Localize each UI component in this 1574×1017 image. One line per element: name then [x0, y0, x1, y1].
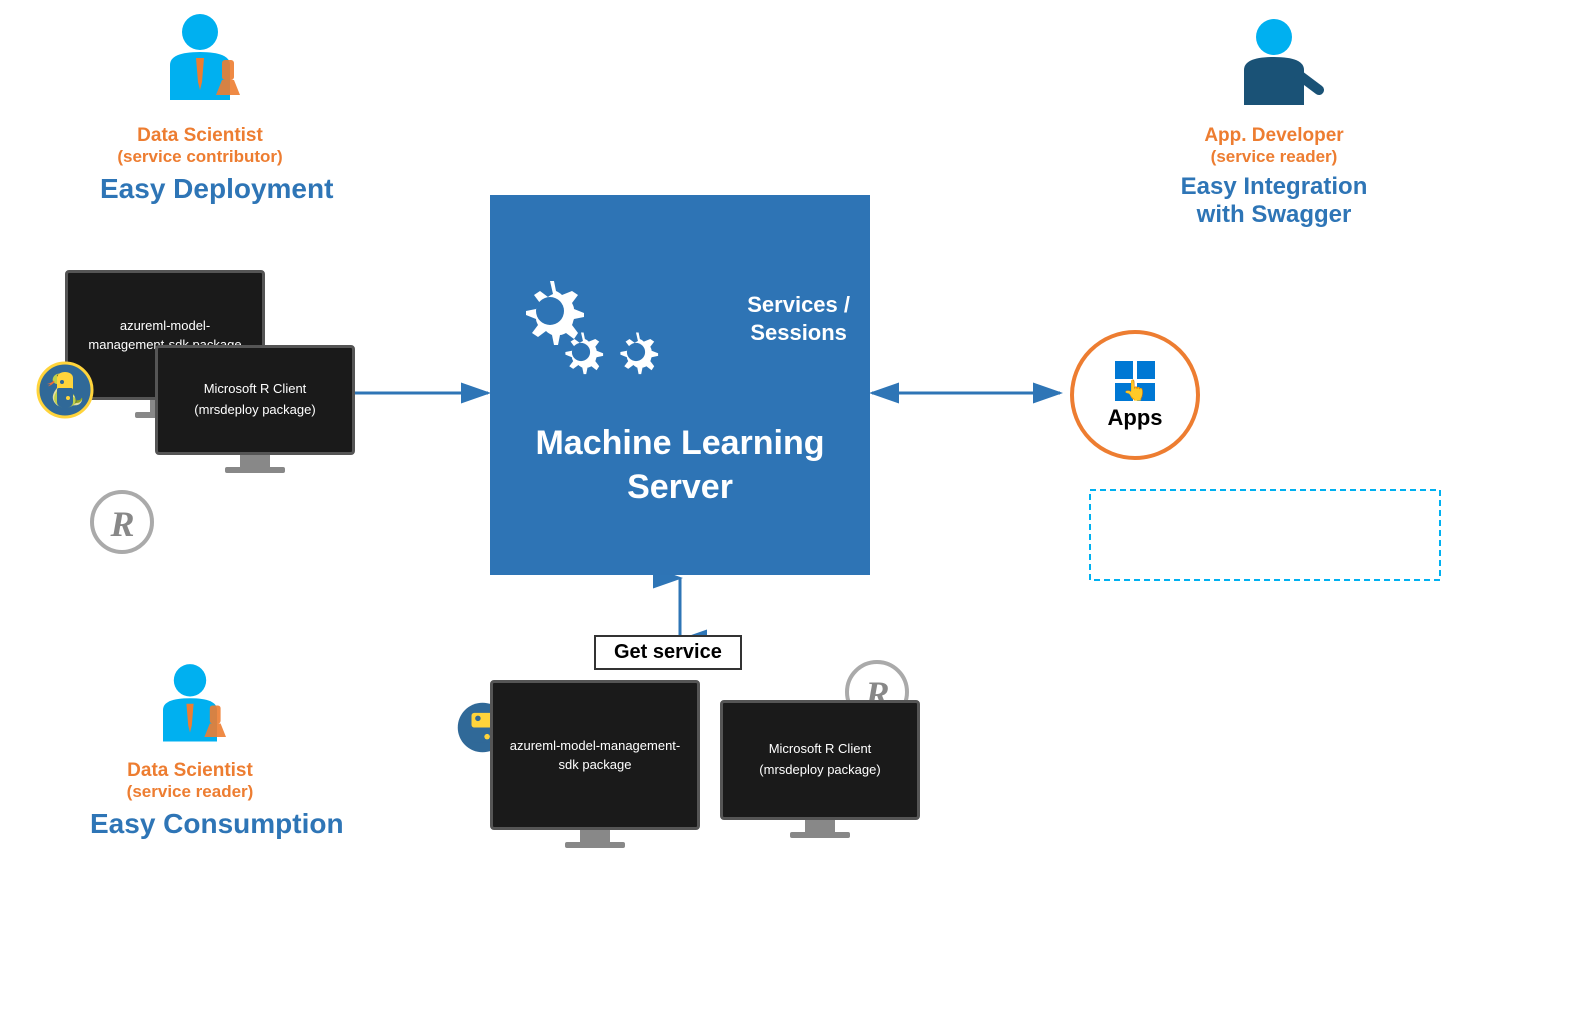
small-gear2-icon — [610, 326, 662, 378]
data-scientist-bottom-icon — [145, 660, 235, 760]
bottom-person-title: Data Scientist (service reader) — [90, 760, 290, 802]
bottom-left-person: Data Scientist (service reader) Easy Con… — [90, 660, 290, 840]
bottom-role: Data Scientist — [90, 760, 290, 782]
bottom-monitor-left: azureml-model-management-sdk package — [490, 680, 700, 848]
easy-consumption-label: Easy Consumption — [90, 808, 290, 840]
r-icon-left: R — [90, 490, 155, 555]
left-monitor-front: Microsoft R Client (mrsdeploy package) — [155, 345, 355, 473]
top-right-role: App. Developer — [1154, 125, 1394, 147]
ml-server-label: Machine Learning Server — [535, 421, 824, 509]
data-scientist-icon-top-left — [150, 10, 250, 120]
top-left-role: Data Scientist — [100, 125, 300, 147]
svg-text:R: R — [109, 504, 134, 544]
easy-integration-label: Easy Integration with Swagger — [1154, 173, 1394, 229]
services-sessions-label: Services /Sessions — [747, 291, 850, 348]
apps-label: Apps — [1108, 405, 1163, 431]
diagram-container: Data Scientist (service contributor) Eas… — [0, 0, 1574, 1017]
r-logo-left: R — [90, 490, 155, 560]
get-service-box: Get service — [594, 635, 742, 670]
python-icon-left: 🐍 — [35, 360, 95, 420]
bottom-role-detail: (service reader) — [90, 782, 290, 802]
svg-text:👆: 👆 — [1123, 378, 1148, 402]
get-service-label: Get service — [614, 641, 722, 663]
easy-deployment-label: Easy Deployment — [100, 173, 300, 205]
bottom-monitor-right: Microsoft R Client (mrsdeploy package) — [720, 700, 920, 838]
small-gear1-icon — [555, 326, 607, 378]
top-right-role-detail: (service reader) — [1154, 147, 1394, 167]
top-right-person-title: App. Developer (service reader) — [1154, 125, 1394, 167]
top-left-person: Data Scientist (service contributor) Eas… — [100, 10, 300, 205]
python-logo-left: 🐍 — [35, 360, 95, 425]
app-developer-icon — [1224, 15, 1324, 125]
central-box: Services /Sessions Machine Learning Serv… — [490, 195, 870, 575]
top-right-person: App. Developer (service reader) Easy Int… — [1154, 15, 1394, 229]
top-left-person-title: Data Scientist (service contributor) — [100, 125, 300, 167]
top-left-role-detail: (service contributor) — [100, 147, 300, 167]
apps-circle: 👆 Apps — [1070, 330, 1200, 460]
windows-icon: 👆 — [1113, 359, 1157, 403]
